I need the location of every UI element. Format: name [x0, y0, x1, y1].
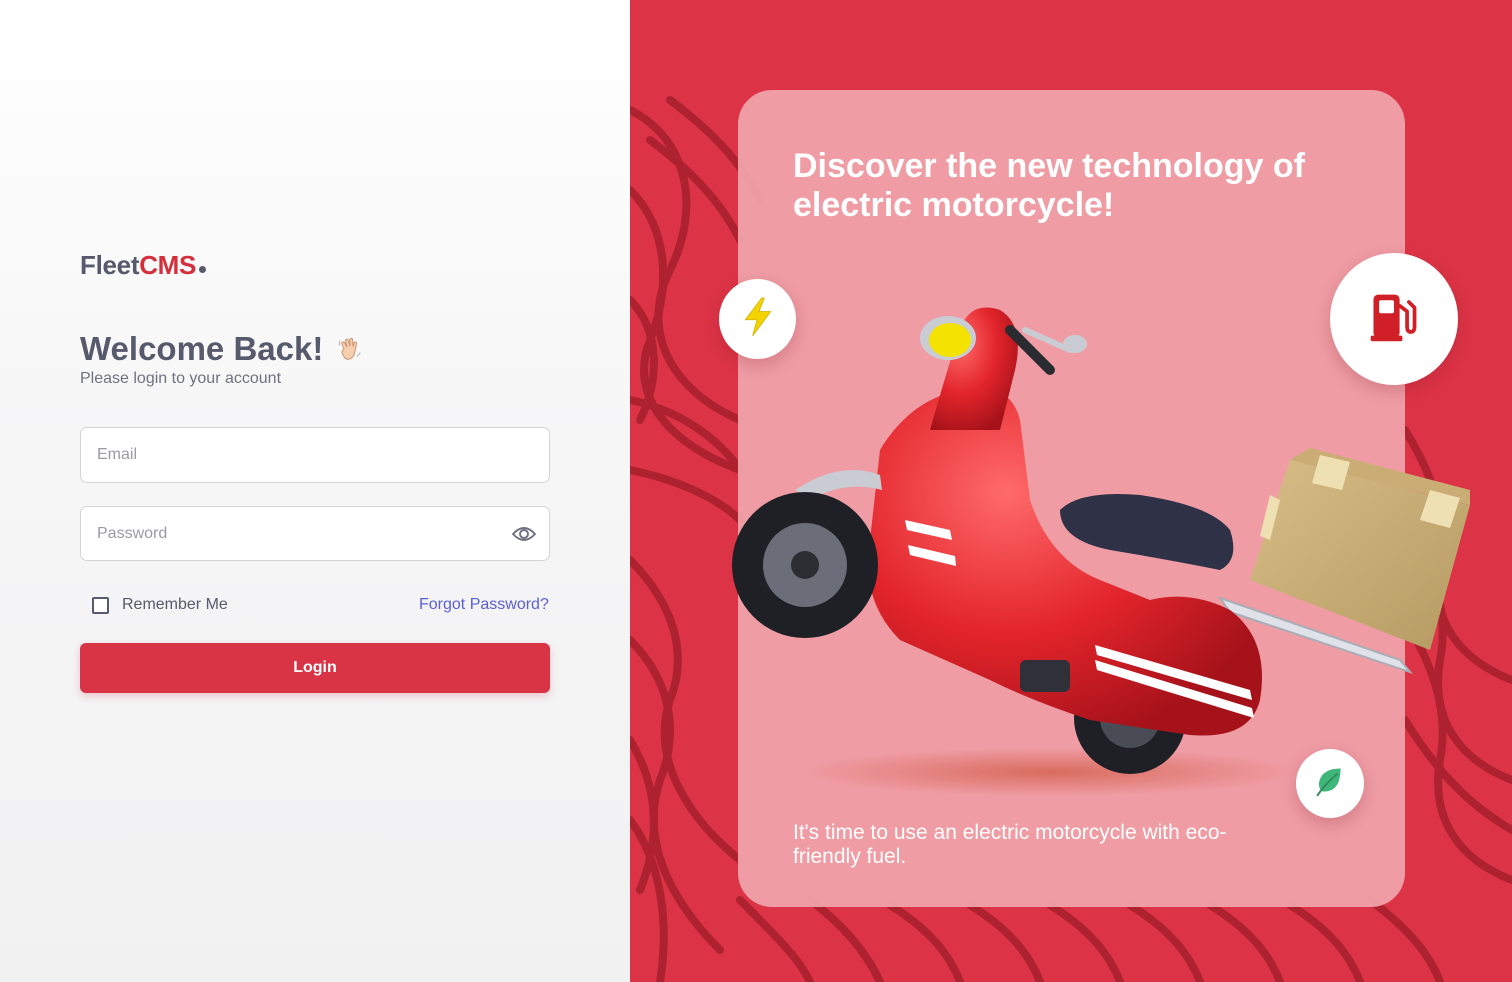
waving-hand-icon [337, 332, 363, 360]
forgot-password-link[interactable]: Forgot Password? [419, 596, 549, 614]
brand-logo-dot [199, 266, 207, 273]
remember-me-label: Remember Me [122, 596, 228, 613]
password-field[interactable] [81, 507, 549, 560]
leaf-badge [1296, 749, 1364, 818]
login-page: FleetCMS Welcome Back! Please login to y… [0, 0, 1512, 982]
remember-me-toggle[interactable]: Remember Me [92, 596, 228, 614]
promo-panel: Discover the new technology of electric … [630, 0, 1512, 982]
lightning-bolt-icon [740, 295, 776, 344]
remember-me-checkbox[interactable] [92, 596, 109, 614]
brand-logo[interactable]: FleetCMS [80, 250, 207, 281]
brand-logo-cms: CMS [139, 250, 197, 280]
promo-tagline: It's time to use an electric motorcycle … [793, 821, 1227, 868]
welcome-heading-text: Welcome Back! [80, 330, 324, 367]
fuel-pump-icon [1366, 289, 1422, 350]
login-button[interactable]: Login [80, 643, 550, 693]
eye-icon[interactable] [511, 523, 537, 545]
welcome-heading: Welcome Back! [80, 330, 363, 368]
email-field[interactable] [81, 428, 549, 482]
brand-logo-fleet: Fleet [80, 250, 140, 280]
login-panel: FleetCMS Welcome Back! Please login to y… [0, 0, 630, 982]
password-field-wrapper [80, 506, 550, 561]
promo-headline: Discover the new technology of electric … [793, 147, 1305, 224]
lightning-bolt-badge [719, 279, 796, 359]
login-subtitle: Please login to your account [80, 370, 282, 387]
fuel-pump-badge [1330, 253, 1458, 385]
email-field-wrapper [80, 427, 550, 483]
leaf-icon [1314, 765, 1346, 802]
